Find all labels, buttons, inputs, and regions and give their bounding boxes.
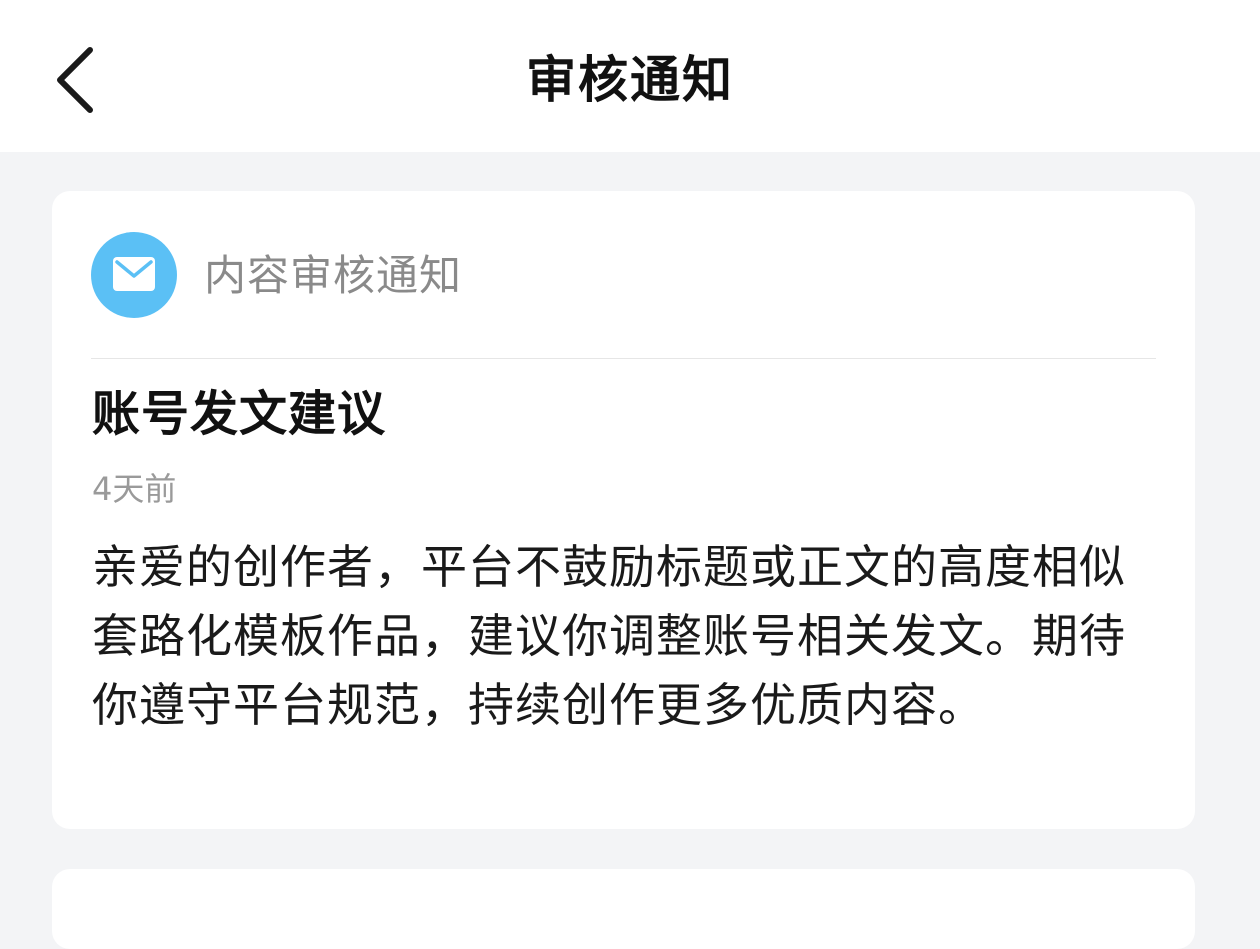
category-label: 内容审核通知 xyxy=(204,251,463,300)
mail-icon xyxy=(113,257,155,291)
divider xyxy=(91,358,1156,359)
mail-avatar xyxy=(91,232,177,318)
next-notification-card[interactable] xyxy=(52,869,1195,949)
notification-card[interactable]: 内容审核通知 账号发文建议 4天前 亲爱的创作者，平台不鼓励标题或正文的高度相似… xyxy=(52,191,1195,829)
notice-body: 亲爱的创作者，平台不鼓励标题或正文的高度相似套路化模板作品，建议你调整账号相关发… xyxy=(92,540,1126,732)
notice-time: 4天前 xyxy=(92,470,177,508)
notice-title: 账号发文建议 xyxy=(92,386,387,442)
nav-bar: 审核通知 xyxy=(0,0,1260,152)
page-title: 审核通知 xyxy=(526,51,734,109)
